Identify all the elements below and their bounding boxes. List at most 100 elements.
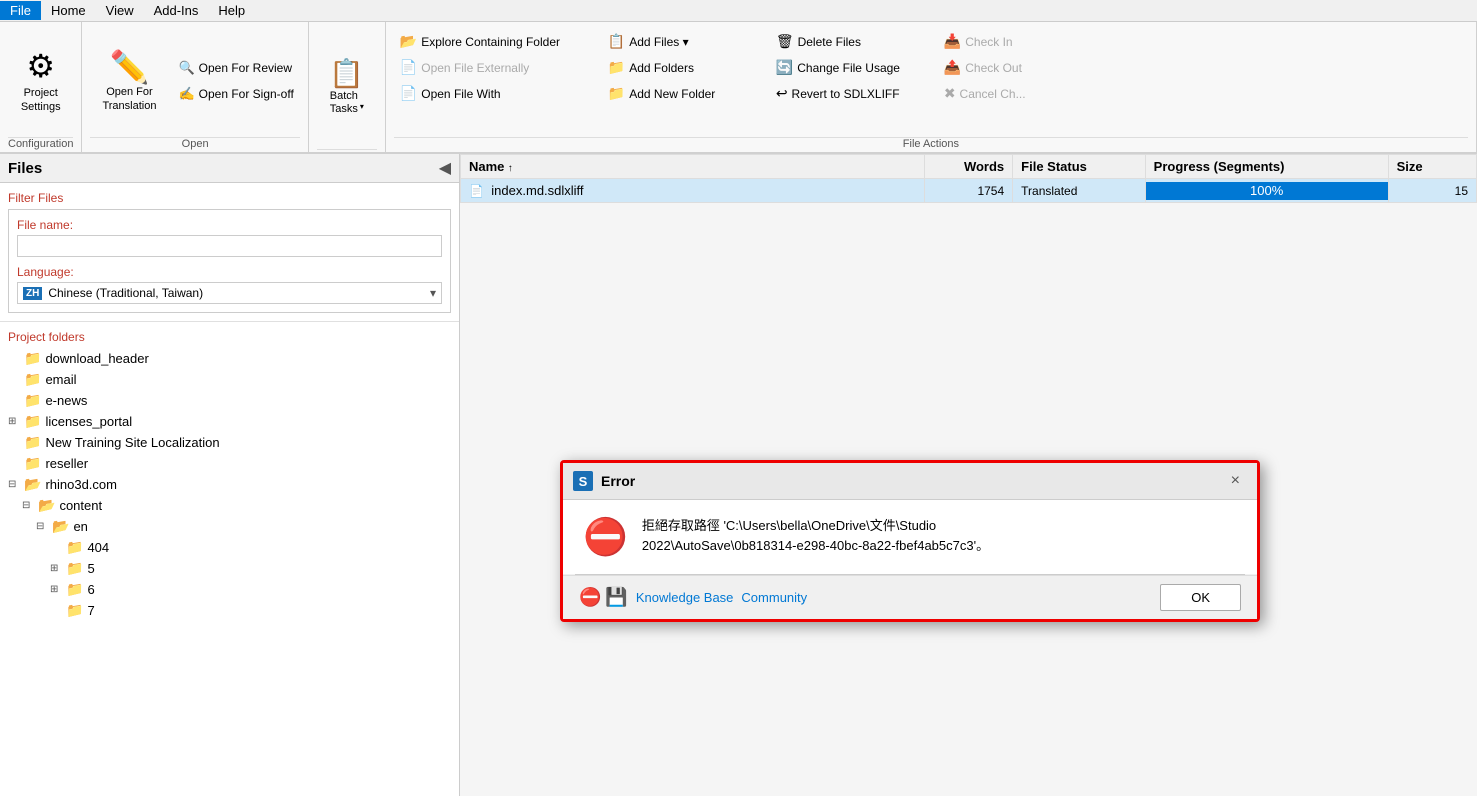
signoff-icon: ✍️ [178, 86, 194, 102]
filename-input[interactable] [17, 235, 442, 257]
folder-label-enews: e-news [45, 393, 87, 408]
dialog-footer-links: ⛔ 💾 Knowledge Base Community [579, 587, 807, 608]
expand-icon-5: ⊞ [50, 563, 62, 574]
folder-icon-email: 📁 [24, 371, 41, 388]
cancel-checkout-button[interactable]: ✖ Cancel Ch... [938, 82, 1058, 105]
folder-icon-download: 📁 [24, 350, 41, 367]
project-settings-button[interactable]: ⚙ ProjectSettings [11, 26, 71, 135]
check-in-button[interactable]: 📥 Check In [938, 30, 1058, 53]
folder-licenses-portal[interactable]: ⊞ 📁 licenses_portal [0, 411, 459, 432]
open-file-externally-button[interactable]: 📄 Open File Externally [394, 56, 594, 79]
menu-bar: File Home View Add-Ins Help [0, 0, 1477, 22]
revert-icon: ↩ [776, 85, 788, 102]
error-small-icon: ⛔ [579, 587, 601, 608]
filter-section: Filter Files File name: Language: ZH Chi… [0, 183, 459, 322]
open-for-signoff-button[interactable]: ✍️ Open For Sign-off [172, 83, 299, 105]
folder-icon-7: 📁 [66, 602, 83, 619]
menu-home[interactable]: Home [41, 1, 96, 20]
menu-view[interactable]: View [96, 1, 144, 20]
folder-content[interactable]: ⊟ 📂 content [0, 495, 459, 516]
add-folders-button[interactable]: 📁 Add Folders [602, 56, 762, 79]
knowledge-base-link[interactable]: Knowledge Base [636, 590, 734, 605]
community-link[interactable]: Community [741, 590, 807, 605]
folder-5[interactable]: ⊞ 📁 5 [0, 558, 459, 579]
col-status[interactable]: File Status [1013, 155, 1146, 179]
ribbon-group-file-actions: 📂 Explore Containing Folder 📄 Open File … [386, 22, 1477, 152]
delete-files-label: Delete Files [798, 35, 861, 49]
expand-icon-licenses: ⊞ [8, 416, 20, 427]
cancelch-icon: ✖ [944, 85, 956, 102]
change-file-usage-label: Change File Usage [797, 61, 900, 75]
check-out-label: Check Out [965, 61, 1022, 75]
explore-containing-folder-button[interactable]: 📂 Explore Containing Folder [394, 30, 594, 53]
open-file-with-button[interactable]: 📄 Open File With [394, 82, 594, 105]
col-size[interactable]: Size [1388, 155, 1476, 179]
delete-files-button[interactable]: 🗑 Delete Files [770, 30, 930, 53]
files-panel-title: Files [8, 160, 42, 177]
menu-addins[interactable]: Add-Ins [144, 1, 209, 20]
folder-label-licenses: licenses_portal [45, 414, 132, 429]
menu-file[interactable]: File [0, 1, 41, 20]
folder-download-header[interactable]: 📁 download_header [0, 348, 459, 369]
check-out-button[interactable]: 📤 Check Out [938, 56, 1058, 79]
file-actions-group-label: File Actions [394, 137, 1468, 152]
expand-icon-6: ⊞ [50, 584, 62, 595]
collapse-panel-button[interactable]: ◀ [439, 158, 451, 178]
ok-button[interactable]: OK [1160, 584, 1241, 611]
filename-label: File name: [17, 218, 442, 232]
menu-help[interactable]: Help [208, 1, 255, 20]
revert-to-sdlxliff-button[interactable]: ↩ Revert to SDLXLIFF [770, 82, 930, 105]
open-for-review-button[interactable]: 🔍 Open For Review [172, 57, 299, 79]
cancel-ch-label: Cancel Ch... [960, 87, 1026, 101]
folder-label-rhino3d: rhino3d.com [45, 477, 117, 492]
folder-enews[interactable]: 📁 e-news [0, 390, 459, 411]
checkout-icon: 📤 [944, 59, 961, 76]
col-name[interactable]: Name [461, 155, 925, 179]
revert-label: Revert to SDLXLIFF [792, 87, 900, 101]
col-words[interactable]: Words [924, 155, 1012, 179]
open-for-signoff-label: Open For Sign-off [199, 87, 294, 101]
folder-label-en: en [73, 519, 87, 534]
add-folders-icon: 📁 [608, 59, 625, 76]
folder-7[interactable]: 📁 7 [0, 600, 459, 621]
folder-label-reseller: reseller [45, 456, 88, 471]
expand-icon-en: ⊟ [36, 521, 48, 532]
folder-label-download: download_header [45, 351, 148, 366]
files-panel: Files ◀ Filter Files File name: Language… [0, 154, 460, 796]
folder-reseller[interactable]: 📁 reseller [0, 453, 459, 474]
folder-icon-404: 📁 [66, 539, 83, 556]
folder-en[interactable]: ⊟ 📂 en [0, 516, 459, 537]
batch-tasks-button[interactable]: 📋 BatchTasks ▾ [317, 26, 377, 147]
col-progress[interactable]: Progress (Segments) [1145, 155, 1388, 179]
language-select[interactable]: ZH Chinese (Traditional, Taiwan) ▾ [17, 282, 442, 304]
change-file-usage-button[interactable]: 🔄 Change File Usage [770, 56, 930, 79]
open-for-translation-button[interactable]: ✏️ Open ForTranslation [90, 26, 168, 135]
folder-email[interactable]: 📁 email [0, 369, 459, 390]
folder-icon-en: 📂 [52, 518, 69, 535]
explore-folder-label: Explore Containing Folder [421, 35, 560, 49]
add-new-folder-icon: 📁 [608, 85, 625, 102]
language-flag: ZH [23, 287, 42, 300]
file-row-0[interactable]: 📄 index.md.sdlxliff 1754 Translated 100%… [461, 179, 1477, 203]
folder-label-newtraining: New Training Site Localization [45, 435, 219, 450]
folder-open-icon: 📂 [400, 33, 417, 50]
review-icon: 🔍 [178, 60, 194, 76]
add-new-folder-button[interactable]: 📁 Add New Folder [602, 82, 762, 105]
progress-bar: 100% [1146, 182, 1388, 200]
folder-6[interactable]: ⊞ 📁 6 [0, 579, 459, 600]
add-files-button[interactable]: 📋 Add Files ▾ [602, 30, 762, 53]
folder-icon-rhino3d: 📂 [24, 476, 41, 493]
file-name-cell: 📄 index.md.sdlxliff [461, 179, 925, 203]
folder-label-6: 6 [87, 582, 94, 597]
file-status-cell: Translated [1013, 179, 1146, 203]
folder-icon-6: 📁 [66, 581, 83, 598]
ribbon-group-batch: 📋 BatchTasks ▾ [309, 22, 386, 152]
folder-new-training[interactable]: 📁 New Training Site Localization [0, 432, 459, 453]
project-settings-label: ProjectSettings [21, 87, 61, 113]
folder-rhino3d[interactable]: ⊟ 📂 rhino3d.com [0, 474, 459, 495]
dialog-close-button[interactable]: × [1224, 469, 1247, 493]
file-table: Name Words File Status Progress (Segment… [460, 154, 1477, 203]
folder-404[interactable]: 📁 404 [0, 537, 459, 558]
language-name: Chinese (Traditional, Taiwan) [48, 286, 430, 300]
language-dropdown-arrow: ▾ [430, 286, 436, 300]
